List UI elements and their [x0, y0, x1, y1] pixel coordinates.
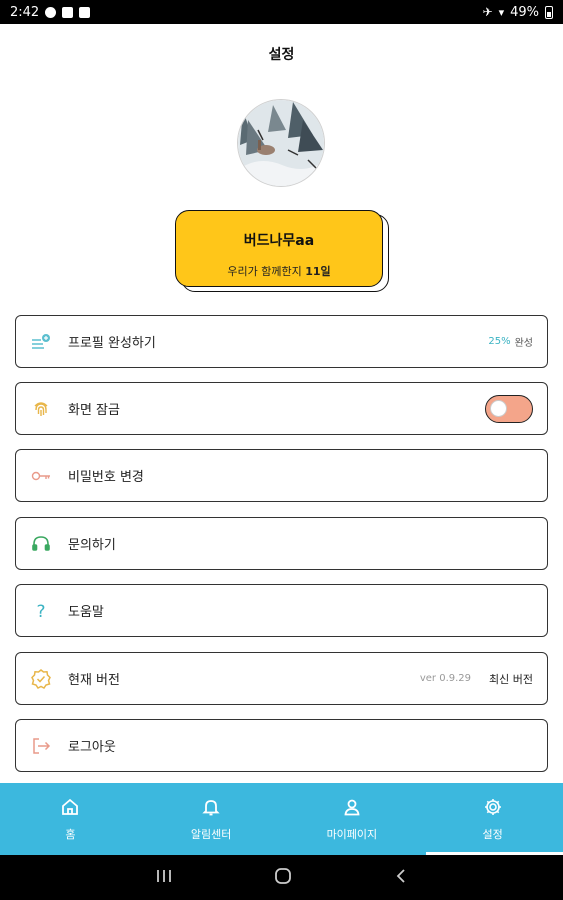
headset-icon — [30, 533, 52, 555]
image-icon — [79, 6, 91, 18]
profile-list-icon — [30, 331, 52, 353]
menu-logout-label: 로그아웃 — [68, 740, 116, 755]
profile-name: 버드나무aa — [243, 233, 315, 249]
nav-mypage[interactable]: 마이페이지 — [282, 783, 423, 855]
wifi-icon: ▾ — [498, 5, 505, 19]
svg-text:?: ? — [36, 602, 45, 622]
menu-inquiry[interactable]: 문의하기 — [15, 517, 548, 570]
profile-complete-percent: 25% — [488, 336, 511, 347]
menu-version: 현재 버전 ver 0.9.29 최신 버전 — [15, 652, 548, 705]
version-status: 최신 버전 — [489, 672, 533, 686]
key-icon — [30, 465, 52, 487]
nav-mypage-label: 마이페이지 — [326, 827, 378, 841]
status-bar: 2:42 ✈ ▾ 49% — [0, 0, 563, 24]
profile-days-value: 11일 — [305, 265, 331, 278]
menu-version-label: 현재 버전 — [68, 673, 120, 688]
status-left: 2:42 — [10, 4, 91, 20]
nav-home[interactable]: 홈 — [0, 783, 141, 855]
menu-help[interactable]: ? 도움말 — [15, 584, 548, 637]
nav-alerts-label: 알림센터 — [190, 827, 232, 841]
check-badge-icon — [30, 668, 52, 690]
avatar-image — [238, 100, 324, 186]
page-title: 설정 — [268, 47, 295, 63]
menu-screen-lock-label: 화면 잠금 — [68, 403, 120, 418]
profile-days-prefix: 우리가 함께한지 — [227, 265, 302, 278]
status-time: 2:42 — [10, 4, 40, 20]
shield-icon — [62, 6, 74, 18]
profile-card: 버드나무aa 우리가 함께한지 11일 — [175, 210, 383, 287]
recent-apps-icon[interactable] — [155, 868, 173, 888]
menu-screen-lock: 화면 잠금 — [15, 382, 548, 435]
nav-settings[interactable]: 설정 — [422, 783, 563, 855]
fingerprint-icon — [30, 398, 52, 420]
home-icon — [60, 797, 80, 820]
nav-home-label: 홈 — [65, 827, 76, 841]
battery-icon — [545, 5, 553, 19]
profile-days: 우리가 함께한지 11일 — [176, 263, 382, 279]
notification-icon — [45, 6, 57, 18]
bell-icon — [201, 797, 221, 820]
home-button-icon[interactable] — [273, 866, 293, 890]
version-number: ver 0.9.29 — [419, 673, 472, 684]
menu-help-label: 도움말 — [68, 605, 104, 620]
user-icon — [342, 797, 362, 820]
back-icon[interactable] — [393, 867, 409, 889]
menu-change-password-label: 비밀번호 변경 — [68, 470, 144, 485]
version-info: ver 0.9.29 최신 버전 — [420, 671, 533, 687]
menu-profile-complete-label: 프로필 완성하기 — [68, 336, 156, 351]
system-nav-bar — [0, 855, 563, 900]
toggle-knob — [490, 399, 507, 417]
bottom-nav: 홈 알림센터 마이페이지 설정 — [0, 783, 563, 855]
profile-complete-status: 25% 완성 — [488, 334, 533, 349]
question-icon: ? — [30, 600, 52, 622]
menu-inquiry-label: 문의하기 — [68, 538, 116, 553]
airplane-icon: ✈ — [482, 5, 493, 19]
battery-percent: 49% — [510, 4, 539, 20]
avatar[interactable] — [237, 99, 325, 187]
profile-complete-suffix: 완성 — [514, 338, 533, 349]
nav-alerts[interactable]: 알림센터 — [141, 783, 282, 855]
screen-lock-toggle[interactable] — [485, 394, 533, 423]
menu-logout[interactable]: 로그아웃 — [15, 719, 548, 772]
status-right: ✈ ▾ 49% — [482, 4, 553, 20]
nav-settings-label: 설정 — [482, 827, 503, 841]
menu-profile-complete[interactable]: 프로필 완성하기 25% 완성 — [15, 315, 548, 368]
menu-change-password[interactable]: 비밀번호 변경 — [15, 449, 548, 502]
gear-icon — [483, 797, 503, 820]
logout-icon — [30, 735, 52, 757]
